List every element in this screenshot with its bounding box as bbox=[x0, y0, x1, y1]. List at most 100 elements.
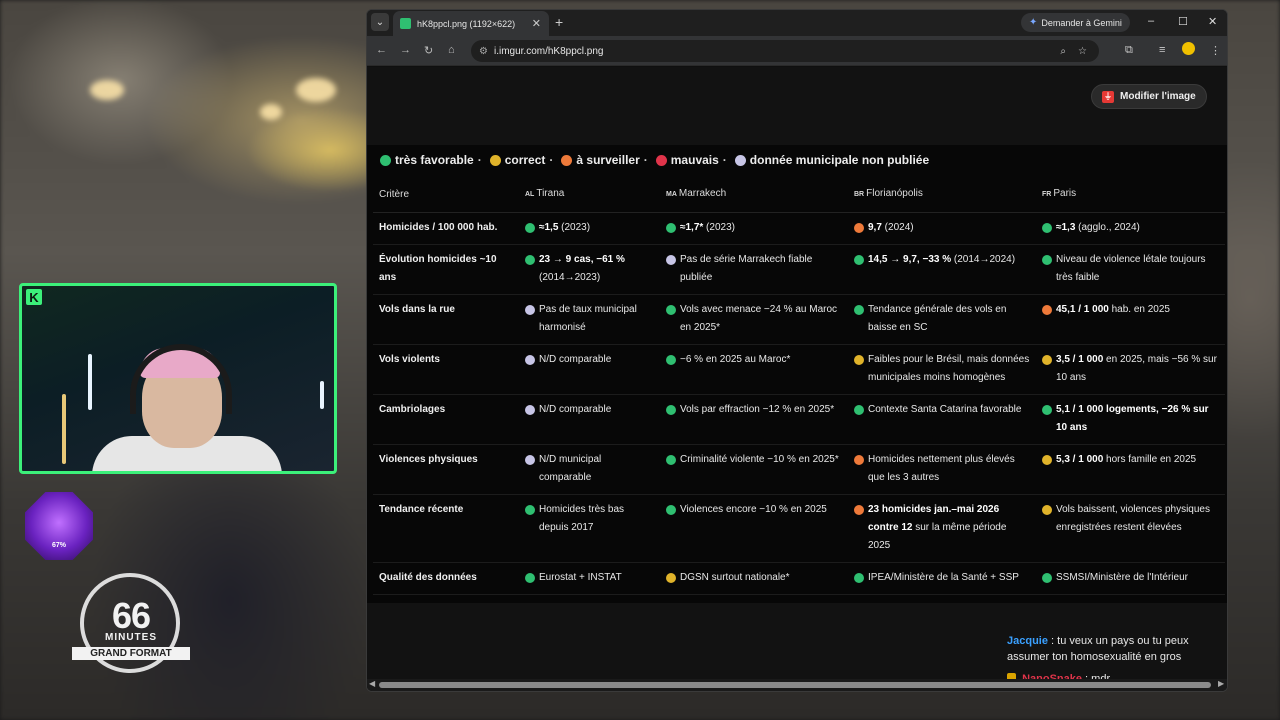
cell-value-text: (2014→2024) bbox=[951, 254, 1016, 265]
cell-text: Homicides très bas depuis 2017 bbox=[539, 501, 654, 537]
browser-window: ⌄ hK8ppcl.png (1192×622) ✕ + ✦ Demander … bbox=[366, 9, 1228, 692]
cell-value-bold: 45,1 / 1 000 bbox=[1056, 304, 1109, 315]
cell-text: 3,5 / 1 000 en 2025, mais −56 % sur 10 a… bbox=[1056, 351, 1219, 387]
criterion-name: Cambriolages bbox=[373, 394, 519, 445]
level-badge: 67% bbox=[25, 492, 93, 560]
comparison-table: Critère AL Tirana MA Marrakech BR Florianópoli… bbox=[373, 181, 1225, 595]
show-logo: 66 MINUTES GRAND FORMAT bbox=[72, 573, 190, 673]
site-info-icon[interactable]: ⚙ bbox=[479, 46, 488, 57]
table-cell: 5,1 / 1 000 logements, −26 % sur 10 ans bbox=[1036, 394, 1225, 445]
cell-content: Vols par effraction −12 % en 2025* bbox=[666, 401, 842, 419]
cell-text: Eurostat + INSTAT bbox=[539, 569, 622, 587]
table-cell: Faibles pour le Brésil, mais données mun… bbox=[848, 344, 1036, 395]
cell-text: Niveau de violence létale toujours très … bbox=[1056, 251, 1219, 287]
cell-value-text: Pas de série Marrakech fiable publiée bbox=[680, 254, 813, 283]
table-cell: Vols baissent, violences physiques enreg… bbox=[1036, 494, 1225, 563]
extensions-icon[interactable]: ⧉ bbox=[1125, 44, 1133, 57]
cell-text: 14,5 → 9,7, −33 % (2014→2024) bbox=[868, 251, 1015, 269]
table-row: Cambriolages N/D comparable Vols par effra… bbox=[373, 394, 1225, 445]
table-row: Homicides / 100 000 hab. ≈1,5 (2023) ≈1,7*… bbox=[373, 212, 1225, 245]
bookmark-star-icon[interactable]: ☆ bbox=[1078, 46, 1087, 57]
column-header: MA Marrakech bbox=[660, 181, 848, 213]
criterion-name: Vols violents bbox=[373, 344, 519, 395]
chat-message: Jacquie : tu veux un pays ou tu peux ass… bbox=[1007, 633, 1207, 665]
cell-value-text: Faibles pour le Brésil, mais données mun… bbox=[868, 354, 1030, 383]
table-cell: ≈1,5 (2023) bbox=[519, 212, 660, 245]
tab-active[interactable]: hK8ppcl.png (1192×622) ✕ bbox=[393, 11, 549, 36]
table-cell: SSMSI/Ministère de l'Intérieur bbox=[1036, 562, 1225, 595]
cell-text: N/D municipal comparable bbox=[539, 451, 654, 487]
table-cell: 5,3 / 1 000 hors famille en 2025 bbox=[1036, 444, 1225, 495]
cell-value-text: Niveau de violence létale toujours très … bbox=[1056, 254, 1206, 283]
scroll-left-arrow-icon[interactable]: ◀ bbox=[369, 679, 375, 688]
cell-value-bold: 5,3 / 1 000 bbox=[1056, 454, 1104, 465]
neon-light bbox=[320, 381, 324, 409]
status-dot-icon bbox=[666, 305, 676, 315]
minimize-button[interactable]: – bbox=[1148, 15, 1154, 27]
cell-value-bold: ≈1,3 bbox=[1056, 222, 1076, 233]
media-controls-icon[interactable]: ≡ bbox=[1159, 44, 1165, 56]
criterion-name: Homicides / 100 000 hab. bbox=[373, 212, 519, 245]
cell-content: Tendance générale des vols en baisse en … bbox=[854, 301, 1030, 337]
table-cell: 14,5 → 9,7, −33 % (2014→2024) bbox=[848, 244, 1036, 295]
scrollbar-thumb[interactable] bbox=[379, 682, 1211, 688]
cell-value-text: Pas de taux municipal harmonisé bbox=[539, 304, 637, 333]
status-dot-icon bbox=[666, 223, 676, 233]
status-dot-icon bbox=[1042, 455, 1052, 465]
logo-minutes: MINUTES bbox=[105, 632, 157, 643]
tab-search-button[interactable]: ⌄ bbox=[371, 13, 389, 31]
cell-content: Niveau de violence létale toujours très … bbox=[1042, 251, 1219, 287]
cell-content: IPEA/Ministère de la Santé + SSP bbox=[854, 569, 1030, 587]
profile-avatar[interactable] bbox=[1182, 42, 1195, 55]
cell-value-bold: 23 → 9 cas, −61 % bbox=[539, 254, 625, 265]
table-cell: Vols avec menace −24 % au Maroc en 2025* bbox=[660, 294, 848, 345]
column-header: Critère bbox=[373, 181, 519, 213]
status-dot-icon bbox=[525, 255, 535, 265]
logo-number: 66 bbox=[111, 595, 151, 636]
legend-label: à surveiller bbox=[576, 153, 640, 167]
status-dot-icon bbox=[525, 573, 535, 583]
cell-text: DGSN surtout nationale* bbox=[680, 569, 790, 587]
status-dot-icon bbox=[525, 455, 535, 465]
logo-subtitle: GRAND FORMAT bbox=[72, 647, 190, 660]
zoom-icon[interactable]: ⌕ bbox=[1060, 46, 1066, 57]
forward-arrow-icon[interactable]: → bbox=[400, 44, 411, 56]
status-dot-icon bbox=[854, 255, 864, 265]
table-cell: ≈1,3 (agglo., 2024) bbox=[1036, 212, 1225, 245]
cell-value-text: Criminalité violente −10 % en 2025* bbox=[680, 454, 839, 465]
cell-text: Vols avec menace −24 % au Maroc en 2025* bbox=[680, 301, 842, 337]
home-icon[interactable]: ⌂ bbox=[448, 44, 455, 56]
cell-text: Tendance générale des vols en baisse en … bbox=[868, 301, 1030, 337]
status-dot-icon bbox=[489, 154, 501, 166]
cell-content: DGSN surtout nationale* bbox=[666, 569, 842, 587]
close-window-button[interactable]: ✕ bbox=[1208, 15, 1217, 28]
status-dot-icon bbox=[525, 355, 535, 365]
status-dot-icon bbox=[1042, 255, 1052, 265]
horizontal-scrollbar[interactable]: ◀ ▶ bbox=[367, 679, 1227, 691]
table-cell: Pas de série Marrakech fiable publiée bbox=[660, 244, 848, 295]
status-dot-icon bbox=[666, 405, 676, 415]
cell-content: 5,1 / 1 000 logements, −26 % sur 10 ans bbox=[1042, 401, 1219, 437]
chevron-down-icon: ⌄ bbox=[375, 16, 385, 28]
legend-item: correct bbox=[489, 153, 545, 167]
table-row: Vols violents N/D comparable −6 % en 2025 … bbox=[373, 344, 1225, 395]
close-tab-icon[interactable]: ✕ bbox=[532, 17, 541, 30]
edit-image-button[interactable]: ⏚ Modifier l'image bbox=[1091, 84, 1207, 109]
more-menu-icon[interactable]: ⋮ bbox=[1210, 44, 1221, 57]
scroll-right-arrow-icon[interactable]: ▶ bbox=[1218, 679, 1224, 688]
address-bar[interactable]: ⚙ i.imgur.com/hK8ppcl.png ⌕ ☆ bbox=[471, 40, 1099, 62]
status-dot-icon bbox=[525, 223, 535, 233]
reload-icon[interactable]: ↻ bbox=[424, 44, 433, 57]
url-text[interactable]: i.imgur.com/hK8ppcl.png bbox=[494, 46, 1060, 57]
criterion-name: Violences physiques bbox=[373, 444, 519, 495]
maximize-button[interactable]: ☐ bbox=[1178, 15, 1188, 28]
cell-value-text: Homicides nettement plus élevés que les … bbox=[868, 454, 1015, 483]
cell-content: SSMSI/Ministère de l'Intérieur bbox=[1042, 569, 1219, 587]
ask-gemini-button[interactable]: ✦ Demander à Gemini bbox=[1021, 13, 1130, 32]
status-dot-icon bbox=[1042, 305, 1052, 315]
cell-content: N/D comparable bbox=[525, 351, 654, 369]
ask-gemini-label: Demander à Gemini bbox=[1041, 17, 1122, 28]
cell-text: 23 → 9 cas, −61 % (2014→2023) bbox=[539, 251, 654, 287]
new-tab-button[interactable]: + bbox=[555, 14, 563, 30]
back-arrow-icon[interactable]: ← bbox=[376, 44, 387, 56]
